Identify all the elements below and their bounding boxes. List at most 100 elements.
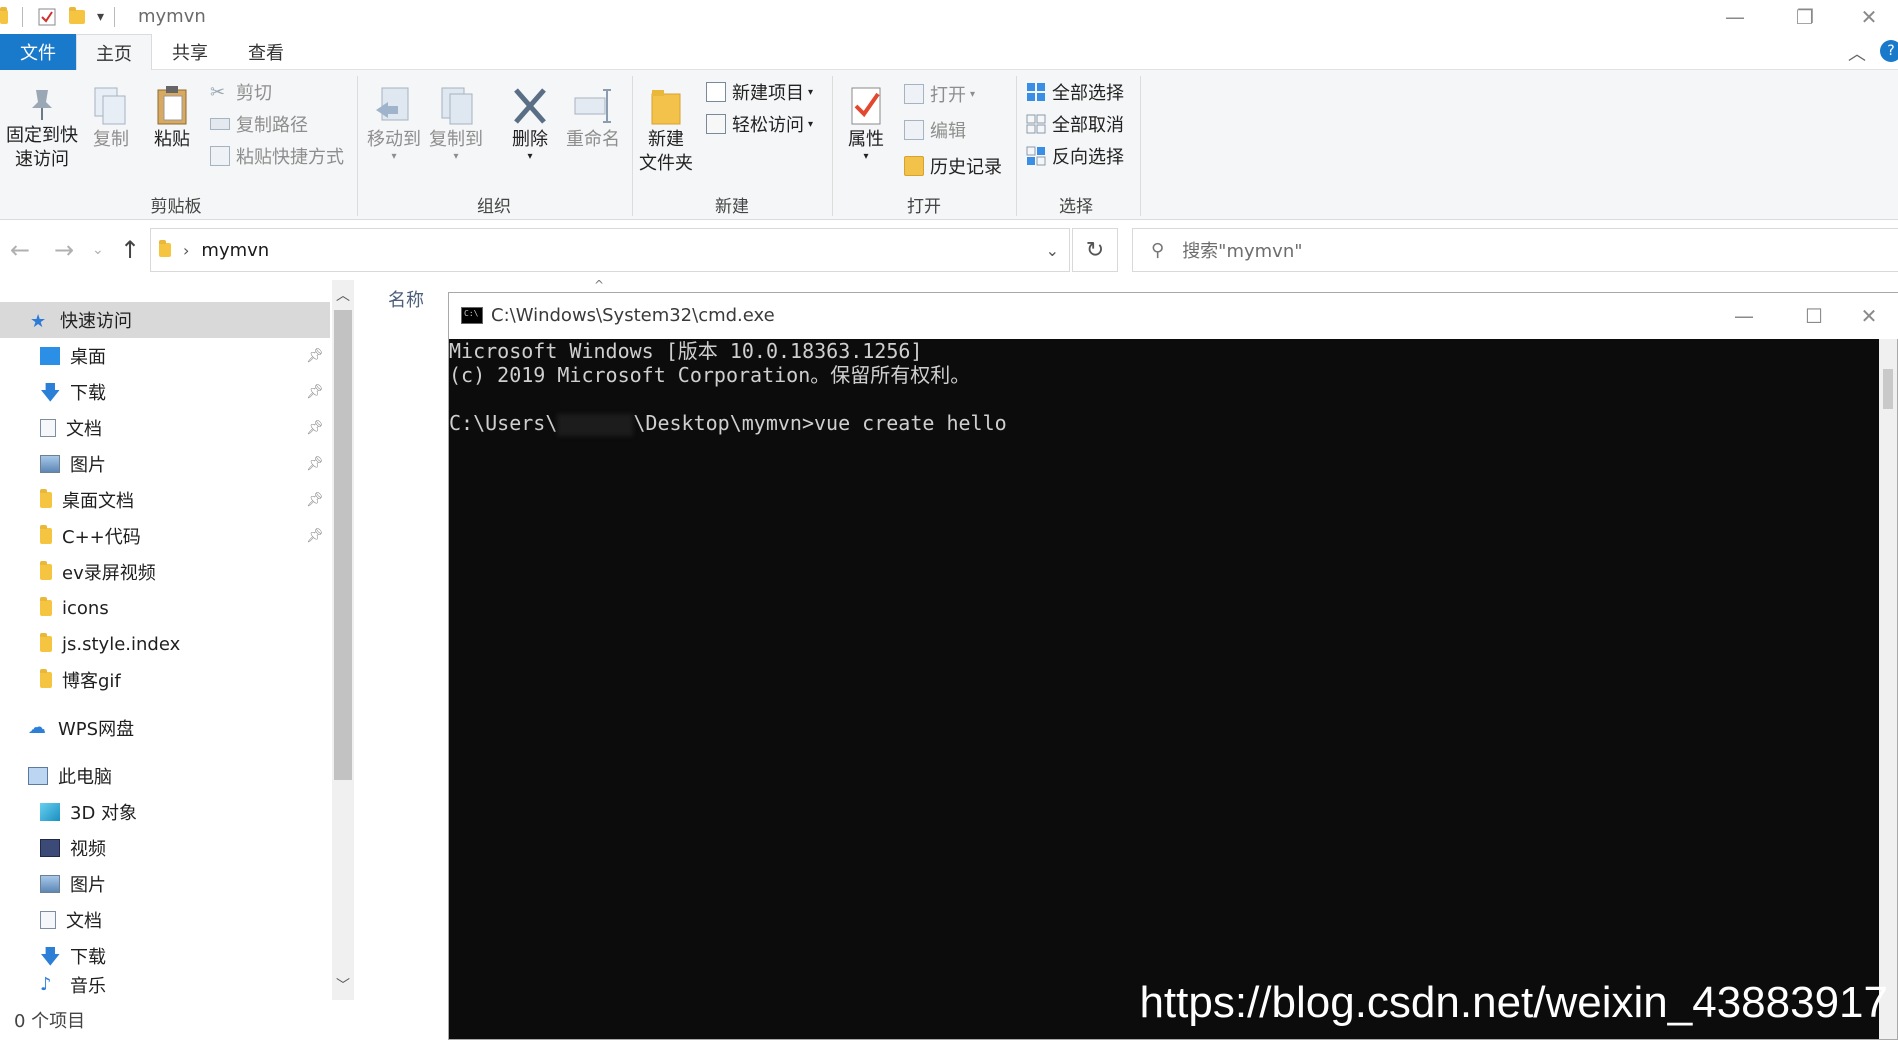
ribbon-tabs: 文件 主页 共享 查看 ︿ ? (0, 34, 1898, 71)
folder-icon (40, 669, 52, 688)
redacted-username (557, 413, 634, 436)
dropdown-arrow-icon: ▾ (970, 88, 976, 100)
nav-pc-3d-objects[interactable]: 3D 对象 (0, 794, 330, 830)
nav-item-desktop-docs[interactable]: 桌面文档 📌︎ (0, 482, 330, 518)
scrollbar-thumb[interactable] (1883, 369, 1893, 409)
address-dropdown-icon[interactable]: ⌄ (1046, 241, 1059, 260)
history-button[interactable]: 历史记录 (904, 152, 1002, 180)
console-output[interactable]: Microsoft Windows [版本 10.0.18363.1256] (… (449, 339, 1879, 1039)
invert-selection-label: 反向选择 (1052, 147, 1124, 168)
nav-label: WPS网盘 (58, 719, 135, 740)
nav-pc-pictures[interactable]: 图片 (0, 866, 330, 902)
nav-quick-access[interactable]: ★ 快速访问 (0, 302, 330, 338)
cmd-icon (461, 307, 483, 324)
address-box[interactable]: › mymvn ⌄ (150, 228, 1070, 272)
nav-item-pictures[interactable]: 图片 📌︎ (0, 446, 330, 482)
pin-to-quick-access-button[interactable]: 固定到快 速访问 (4, 84, 80, 172)
copy-to-icon (441, 87, 473, 125)
breadcrumb-path[interactable]: mymvn (201, 240, 269, 261)
tab-home[interactable]: 主页 (76, 34, 152, 71)
collapse-ribbon-icon[interactable]: ︿ (1848, 40, 1866, 66)
copy-button[interactable]: 复制 (86, 84, 136, 152)
document-icon (40, 419, 56, 437)
close-button[interactable]: ✕ (1840, 0, 1898, 34)
scrollbar-thumb[interactable] (334, 310, 352, 780)
qa-dropdown-icon[interactable]: ▾ (97, 9, 104, 25)
properties-button[interactable]: 属性 ▾ (838, 84, 894, 162)
cut-button[interactable]: ✂ 剪切 (210, 78, 272, 106)
rename-button[interactable]: 重命名 (562, 84, 624, 152)
open-button[interactable]: 打开 ▾ (904, 80, 975, 108)
pin-label-line1: 固定到快 (6, 125, 78, 146)
new-folder-button[interactable]: 新建 文件夹 (636, 84, 696, 176)
properties-checkbox-icon[interactable] (37, 7, 57, 27)
nav-item-blog-gif[interactable]: 博客gif (0, 662, 330, 698)
nav-item-desktop[interactable]: 桌面 📌︎ (0, 338, 330, 374)
breadcrumb-chevron-icon[interactable]: › (183, 241, 189, 260)
pin-icon: 📌︎ (306, 456, 324, 472)
minimize-button[interactable]: — (1700, 0, 1770, 34)
new-item-button[interactable]: 新建项目 ▾ (706, 78, 813, 106)
address-bar-row: ← → ⌄ ↑ › mymvn ⌄ ↻ ⚲ 搜索"mymvn" (0, 220, 1898, 280)
back-arrow-icon[interactable]: ← (10, 236, 30, 264)
help-icon[interactable]: ? (1880, 40, 1898, 62)
nav-this-pc[interactable]: 此电脑 (0, 758, 330, 794)
new-folder-icon[interactable] (69, 7, 85, 24)
folder-icon (40, 489, 52, 508)
search-input[interactable]: ⚲ 搜索"mymvn" (1132, 228, 1898, 272)
nav-pc-videos[interactable]: 视频 (0, 830, 330, 866)
nav-item-downloads[interactable]: 🡇 下载 📌︎ (0, 374, 330, 410)
tab-share[interactable]: 共享 (152, 34, 228, 70)
group-label-organize: 组织 (477, 197, 511, 217)
status-bar: 0 个项目 (0, 1000, 448, 1040)
column-header-name[interactable]: 名称 (388, 286, 424, 312)
select-none-button[interactable]: 全部取消 (1026, 110, 1124, 138)
nav-wps-drive[interactable]: ☁ WPS网盘 (0, 710, 330, 746)
cmd-minimize-button[interactable]: — (1709, 293, 1779, 339)
nav-item-documents[interactable]: 文档 📌︎ (0, 410, 330, 446)
forward-arrow-icon[interactable]: → (54, 236, 74, 264)
refresh-button[interactable]: ↻ (1072, 228, 1118, 272)
folder-icon (40, 597, 52, 616)
invert-selection-button[interactable]: 反向选择 (1026, 142, 1124, 170)
nav-item-ev-videos[interactable]: ev录屏视频 (0, 554, 330, 590)
folder-icon (40, 633, 52, 652)
nav-pc-music[interactable]: ♪ 音乐 (0, 970, 330, 1000)
nav-scrollbar[interactable]: ︿ ﹀ (332, 280, 354, 1000)
move-to-button[interactable]: 移动到 ▾ (364, 84, 424, 162)
paste-shortcut-button[interactable]: 粘贴快捷方式 (210, 142, 344, 170)
nav-label: 文档 (66, 419, 102, 440)
scroll-up-icon[interactable]: ︿ (332, 284, 354, 306)
edit-button[interactable]: 编辑 (904, 116, 966, 144)
cmd-close-button[interactable]: ✕ (1839, 293, 1898, 339)
nav-label: icons (62, 597, 109, 619)
nav-pc-downloads[interactable]: 🡇 下载 (0, 938, 330, 974)
delete-button[interactable]: 删除 ▾ (500, 84, 560, 162)
copy-path-button[interactable]: 复制路径 (210, 110, 308, 138)
search-icon: ⚲ (1151, 239, 1165, 261)
recent-locations-icon[interactable]: ⌄ (92, 242, 104, 258)
cmd-scrollbar[interactable] (1879, 339, 1897, 1039)
copy-to-label: 复制到 (429, 129, 483, 150)
select-all-icon (1027, 83, 1045, 101)
tab-view[interactable]: 查看 (228, 34, 304, 70)
pin-icon (32, 90, 52, 120)
copy-icon (94, 87, 126, 125)
nav-label: 快速访问 (60, 311, 132, 332)
restore-button[interactable]: ❐ (1770, 0, 1840, 34)
nav-item-icons[interactable]: icons (0, 590, 330, 626)
tab-file[interactable]: 文件 (0, 34, 76, 70)
divider (114, 7, 116, 27)
copy-to-button[interactable]: 复制到 ▾ (426, 84, 486, 162)
easy-access-label: 轻松访问 (732, 115, 804, 136)
nav-item-cpp-code[interactable]: C++代码 📌︎ (0, 518, 330, 554)
paste-button[interactable]: 粘贴 (144, 84, 200, 152)
select-all-button[interactable]: 全部选择 (1026, 78, 1124, 106)
nav-pc-documents[interactable]: 文档 (0, 902, 330, 938)
nav-item-js-style-index[interactable]: js.style.index (0, 626, 330, 662)
easy-access-button[interactable]: 轻松访问 ▾ (706, 110, 813, 138)
up-arrow-icon[interactable]: ↑ (120, 236, 140, 264)
cmd-title-bar[interactable]: C:\Windows\System32\cmd.exe — ☐ ✕ (449, 293, 1898, 339)
scroll-down-icon[interactable]: ﹀ (332, 974, 354, 996)
cmd-window[interactable]: C:\Windows\System32\cmd.exe — ☐ ✕ Micros… (448, 292, 1898, 1040)
